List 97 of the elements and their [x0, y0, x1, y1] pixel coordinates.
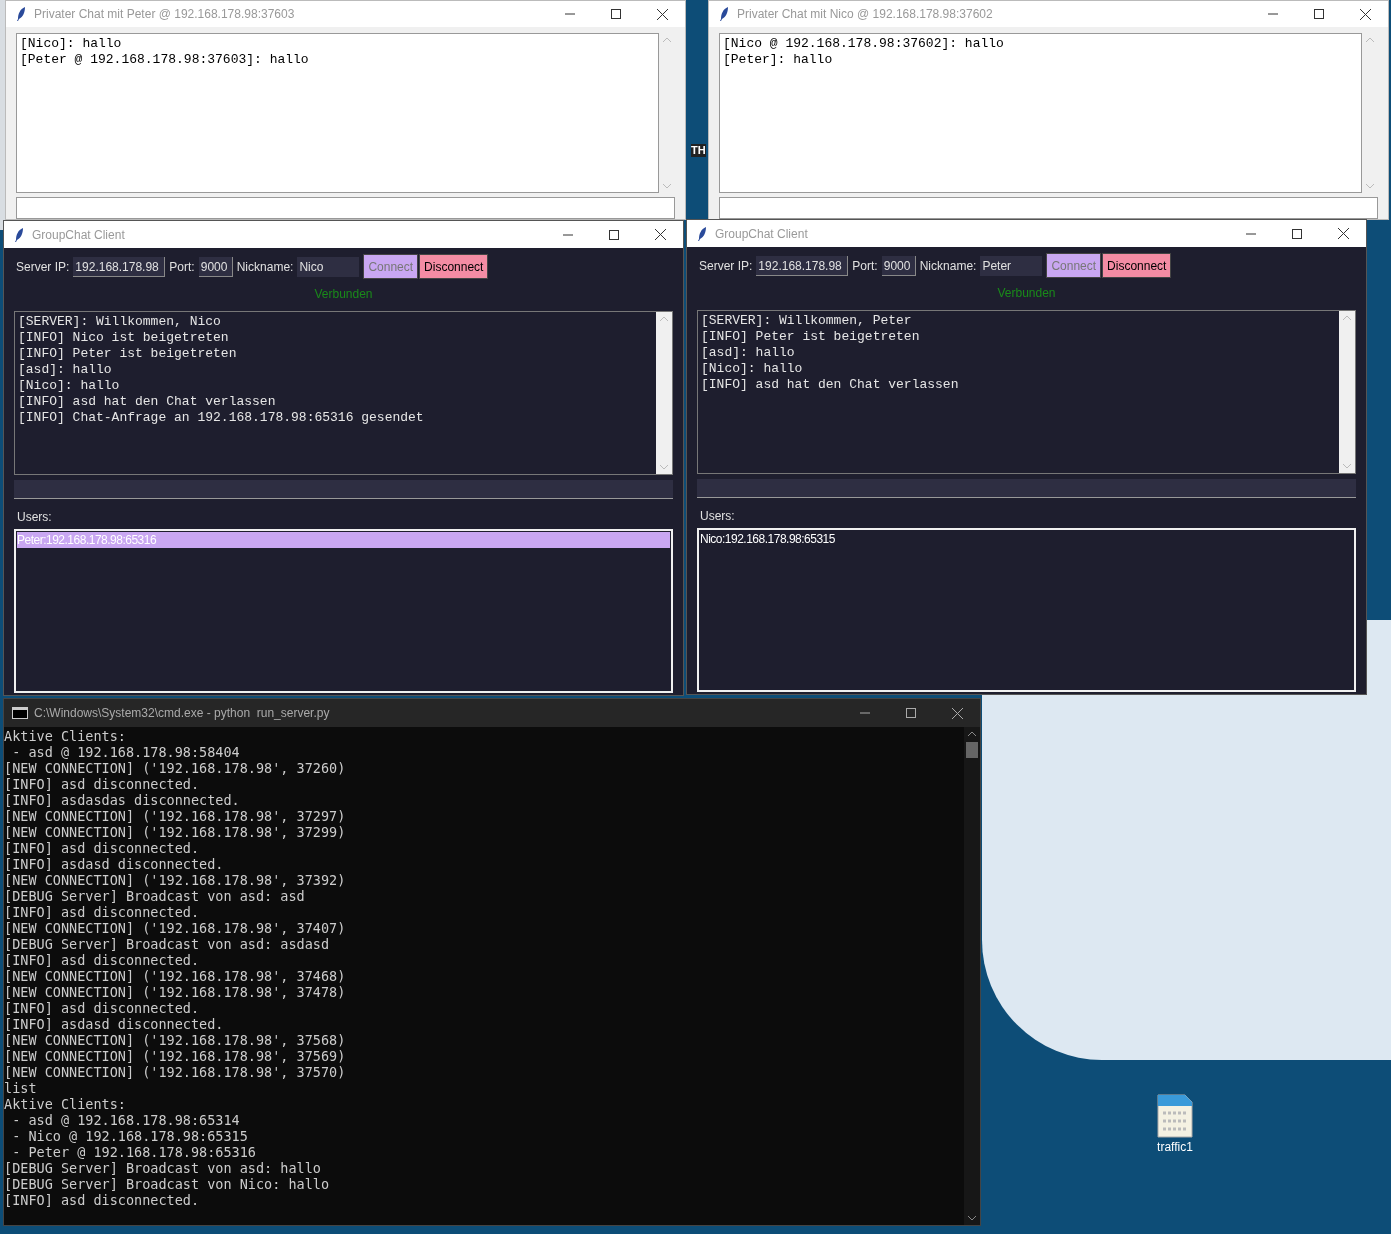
- users-list[interactable]: Nico:192.168.178.98:65315: [697, 528, 1356, 692]
- field-label: Port:: [852, 257, 878, 275]
- console-line: [NEW CONNECTION] ('192.168.178.98', 37468): [4, 968, 347, 984]
- console-line: [NEW CONNECTION] ('192.168.178.98', 37299): [4, 824, 347, 840]
- console-line: - Peter @ 192.168.178.98:65316: [11, 1144, 257, 1160]
- log-line: [SERVER]: Willkommen, Peter: [701, 313, 913, 329]
- console-line: [DEBUG Server] Broadcast von asd: asdasd: [4, 936, 331, 952]
- log-line: [SERVER]: Willkommen, Nico: [18, 314, 222, 330]
- port-field[interactable]: 9000: [198, 256, 233, 277]
- window-title: C:\Windows\System32\cmd.exe - python run_server.py: [34, 705, 330, 722]
- connection-status: Verbunden: [314, 286, 373, 303]
- binary-file-icon[interactable]: [1157, 1094, 1193, 1138]
- log-line: [asd]: hallo: [701, 345, 796, 361]
- console-line: [NEW CONNECTION] ('192.168.178.98', 37407): [4, 920, 347, 936]
- chat-message: [Peter]: hallo: [723, 52, 834, 68]
- scroll-up-icon[interactable]: [968, 731, 976, 736]
- disconnect-button[interactable]: Disconnect: [419, 254, 489, 279]
- scroll-down-icon[interactable]: [968, 1216, 976, 1221]
- close-icon: [1359, 8, 1371, 20]
- console-line: [NEW CONNECTION] ('192.168.178.98', 37297): [4, 808, 347, 824]
- log-line: [INFO] Peter ist beigetreten: [18, 346, 238, 362]
- console-line: [NEW CONNECTION] ('192.168.178.98', 37260): [4, 760, 347, 776]
- close-icon: [656, 8, 668, 20]
- port-field[interactable]: 9000: [881, 255, 916, 276]
- log-line: [Nico]: hallo: [701, 361, 804, 377]
- desktop-icon-label[interactable]: traffic1: [1157, 1138, 1193, 1156]
- window-title: GroupChat Client: [715, 225, 808, 243]
- console-line: [DEBUG Server] Broadcast von asd: hallo: [4, 1160, 322, 1176]
- console-line: [NEW CONNECTION] ('192.168.178.98', 37570): [4, 1064, 347, 1080]
- users-label: Users:: [17, 509, 53, 526]
- console-line: Aktive Clients:: [4, 728, 127, 744]
- feather-icon: [14, 226, 24, 243]
- users-label: Users:: [700, 508, 736, 525]
- scroll-thumb[interactable]: [966, 742, 978, 758]
- field-label: Nickname:: [236, 258, 294, 276]
- console-line: Aktive Clients:: [4, 1096, 127, 1112]
- console-icon: [12, 707, 28, 719]
- scrollbar[interactable]: [964, 727, 980, 1225]
- disconnect-button[interactable]: Disconnect: [1102, 253, 1172, 278]
- log-line: [Nico]: hallo: [18, 378, 121, 394]
- log-line: [INFO] Chat-Anfrage an 192.168.178.98:65316 gesendet: [18, 410, 425, 426]
- maximize-icon: [906, 708, 916, 718]
- log-line: [asd]: hallo: [18, 362, 113, 378]
- console-line: [INFO] asdasd disconnected.: [4, 856, 225, 872]
- maximize-icon: [1314, 9, 1324, 19]
- maximize-icon: [1292, 228, 1302, 239]
- console-line: [INFO] asdasdas disconnected.: [4, 792, 241, 808]
- server-ip-field[interactable]: 192.168.178.98: [756, 255, 849, 276]
- close-icon: [654, 229, 666, 240]
- console-line: [INFO] asdasd disconnected.: [4, 1016, 225, 1032]
- window-title: Privater Chat mit Nico @ 192.168.178.98:37602: [737, 6, 993, 23]
- message-input[interactable]: [697, 479, 1356, 498]
- chat-message: [Peter @ 192.168.178.98:37603]: hallo: [20, 52, 310, 68]
- console-line: [INFO] asd disconnected.: [4, 952, 201, 968]
- console-line: [INFO] asd disconnected.: [4, 1000, 201, 1016]
- log-line: [INFO] asd hat den Chat verlassen: [18, 394, 277, 410]
- console-line: [NEW CONNECTION] ('192.168.178.98', 37392): [4, 872, 347, 888]
- feather-icon: [697, 225, 707, 242]
- console-line: [NEW CONNECTION] ('192.168.178.98', 37568): [4, 1032, 347, 1048]
- window-title: GroupChat Client: [32, 226, 125, 244]
- window-title: Privater Chat mit Peter @ 192.168.178.98:37603: [34, 6, 295, 23]
- console-line: [INFO] asd disconnected.: [4, 904, 201, 920]
- field-label: Nickname:: [919, 257, 977, 275]
- close-icon: [951, 707, 963, 719]
- maximize-icon: [609, 229, 619, 240]
- console-line: - Nico @ 192.168.178.98:65315: [11, 1128, 249, 1144]
- chat-message: [Nico]: hallo: [20, 36, 123, 52]
- console-line: [NEW CONNECTION] ('192.168.178.98', 37569): [4, 1048, 347, 1064]
- server-ip-field[interactable]: 192.168.178.98: [73, 256, 166, 277]
- feather-icon: [719, 6, 729, 22]
- console-line: [DEBUG Server] Broadcast von Nico: hallo: [4, 1176, 331, 1192]
- maximize-icon: [611, 9, 621, 19]
- message-input[interactable]: [16, 197, 675, 219]
- close-icon: [1337, 228, 1349, 239]
- nickname-field[interactable]: Nico: [297, 256, 360, 277]
- connection-status: Verbunden: [997, 285, 1056, 302]
- console-line: [NEW CONNECTION] ('192.168.178.98', 37478): [4, 984, 347, 1000]
- field-label: Server IP:: [16, 258, 70, 276]
- field-label: Port:: [169, 258, 195, 276]
- user-item[interactable]: Nico:192.168.178.98:65315: [700, 531, 1353, 547]
- desktop-icon-label: TH: [691, 144, 706, 157]
- log-line: [INFO] Peter ist beigetreten: [701, 329, 921, 345]
- log-line: [INFO] Nico ist beigetreten: [18, 330, 230, 346]
- message-input[interactable]: [719, 197, 1378, 219]
- console-line: - asd @ 192.168.178.98:58404: [11, 744, 241, 760]
- field-label: Server IP:: [699, 257, 753, 275]
- message-input[interactable]: [14, 480, 673, 499]
- nickname-field[interactable]: Peter: [980, 255, 1043, 276]
- chat-message: [Nico @ 192.168.178.98:37602]: hallo: [723, 36, 1005, 52]
- console-line: [INFO] asd disconnected.: [4, 1192, 201, 1208]
- console-line: [INFO] asd disconnected.: [4, 840, 201, 856]
- console-line: list: [4, 1080, 38, 1096]
- log-line: [INFO] asd hat den Chat verlassen: [701, 377, 960, 393]
- console-line: - asd @ 192.168.178.98:65314: [11, 1112, 241, 1128]
- console-line: [INFO] asd disconnected.: [4, 776, 201, 792]
- console-line: [DEBUG Server] Broadcast von asd: asd: [4, 888, 306, 904]
- feather-icon: [16, 6, 26, 22]
